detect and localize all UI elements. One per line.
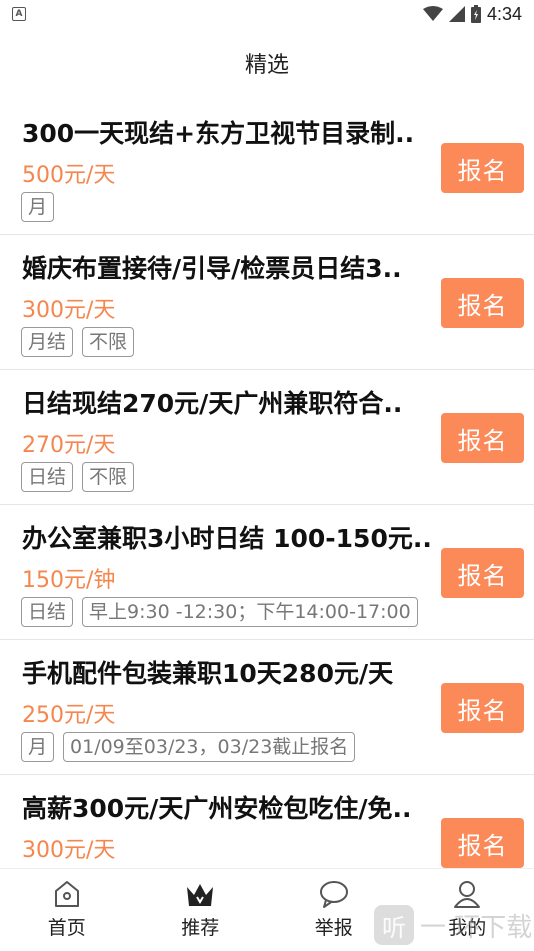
- watermark-text: 一 环下载: [420, 907, 532, 944]
- job-tags: 日结 不限: [21, 462, 134, 492]
- job-price: 300元/天: [22, 832, 115, 864]
- crown-icon: [184, 879, 216, 909]
- apply-button[interactable]: 报名: [441, 143, 524, 193]
- job-item[interactable]: 日结现结270元/天广州兼职符合.. 270元/天 日结 不限 报名: [0, 370, 534, 505]
- job-title: 办公室兼职3小时日结 100-150元..: [22, 519, 432, 555]
- job-price: 300元/天: [22, 292, 115, 324]
- job-tag: 日结: [21, 462, 73, 492]
- battery-icon: [471, 5, 481, 23]
- apply-button[interactable]: 报名: [441, 278, 524, 328]
- nav-item-recommend[interactable]: 推荐: [134, 869, 268, 951]
- nav-label: 首页: [48, 913, 86, 940]
- job-price: 500元/天: [22, 157, 115, 189]
- job-price: 250元/天: [22, 697, 115, 729]
- job-tag: 01/09至03/23，03/23截止报名: [63, 732, 355, 762]
- job-list: 300一天现结+东方卫视节目录制.. 500元/天 月 报名 婚庆布置接待/引导…: [0, 100, 534, 910]
- nav-item-home[interactable]: 首页: [0, 869, 134, 951]
- job-price: 270元/天: [22, 427, 115, 459]
- job-title: 300一天现结+东方卫视节目录制..: [22, 114, 432, 150]
- job-tags: 月: [21, 192, 54, 222]
- job-tags: 日结 早上9:30 -12:30；下午14:00-17:00: [21, 597, 418, 627]
- apply-button[interactable]: 报名: [441, 413, 524, 463]
- clock-time: 4:34: [487, 4, 522, 25]
- job-tag: 日结: [21, 597, 73, 627]
- job-tag: 月: [21, 732, 54, 762]
- job-tag: 早上9:30 -12:30；下午14:00-17:00: [82, 597, 418, 627]
- wifi-icon: [423, 6, 443, 22]
- nav-label: 举报: [315, 913, 353, 940]
- job-tag: 不限: [82, 462, 134, 492]
- apply-button[interactable]: 报名: [441, 548, 524, 598]
- job-price: 150元/钟: [22, 562, 115, 594]
- job-item[interactable]: 手机配件包装兼职10天280元/天 250元/天 月 01/09至03/23，0…: [0, 640, 534, 775]
- job-item[interactable]: 办公室兼职3小时日结 100-150元.. 150元/钟 日结 早上9:30 -…: [0, 505, 534, 640]
- home-icon: [52, 879, 82, 909]
- signal-icon: [449, 6, 465, 22]
- job-tag: 月结: [21, 327, 73, 357]
- job-title: 手机配件包装兼职10天280元/天: [22, 654, 432, 690]
- job-tag: 不限: [82, 327, 134, 357]
- chat-bubble-icon: [318, 879, 350, 909]
- job-item[interactable]: 婚庆布置接待/引导/检票员日结3.. 300元/天 月结 不限 报名: [0, 235, 534, 370]
- job-tags: 月 01/09至03/23，03/23截止报名: [21, 732, 355, 762]
- job-title: 日结现结270元/天广州兼职符合..: [22, 384, 432, 420]
- job-item[interactable]: 300一天现结+东方卫视节目录制.. 500元/天 月 报名: [0, 100, 534, 235]
- apply-button[interactable]: 报名: [441, 818, 524, 868]
- job-tags: 月结 不限: [21, 327, 134, 357]
- nav-label: 推荐: [181, 913, 219, 940]
- status-bar: A 4:34: [0, 0, 534, 28]
- job-tag: 月: [21, 192, 54, 222]
- app-notification-icon: A: [12, 7, 26, 21]
- watermark: 听 一 环下载: [374, 905, 532, 945]
- watermark-badge: 听: [374, 905, 414, 945]
- apply-button[interactable]: 报名: [441, 683, 524, 733]
- job-title: 婚庆布置接待/引导/检票员日结3..: [22, 249, 432, 285]
- job-title: 高薪300元/天广州安检包吃住/免..: [22, 789, 432, 825]
- page-title: 精选: [0, 28, 534, 98]
